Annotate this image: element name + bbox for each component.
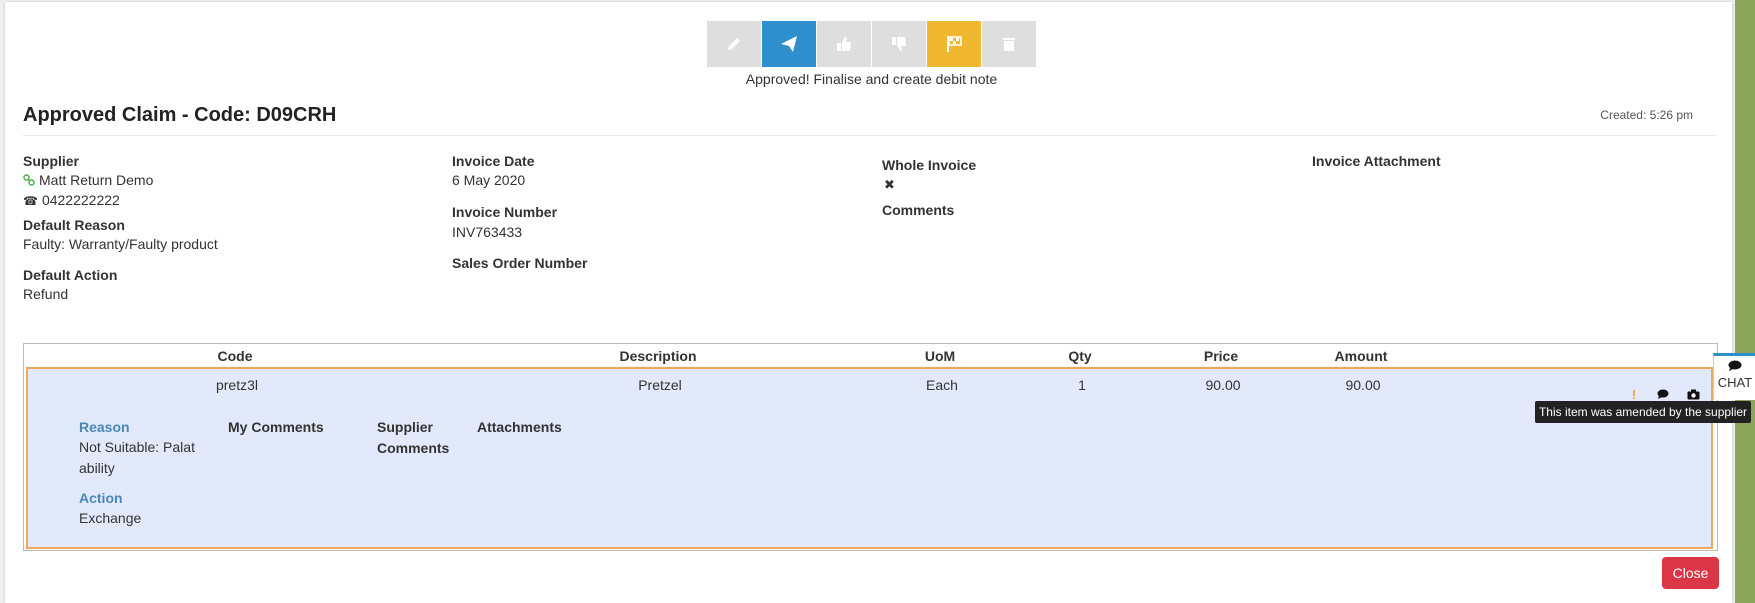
chat-button[interactable]: CHAT	[1713, 353, 1755, 400]
status-message: Approved! Finalise and create debit note	[745, 71, 998, 87]
send-button[interactable]	[762, 21, 816, 67]
invoice-number-label: Invoice Number	[452, 204, 558, 220]
claim-modal: Approved! Finalise and create debit note…	[5, 2, 1732, 603]
chat-bubble-icon	[1714, 360, 1755, 375]
cell-price: 90.00	[1205, 377, 1241, 393]
trash-icon	[1003, 38, 1015, 51]
invoice-number-value: INV763433	[452, 224, 523, 240]
action-toolbar	[707, 21, 1036, 67]
send-icon	[781, 36, 797, 52]
thumbs-down-icon	[892, 37, 906, 51]
my-comments-label: My Comments	[228, 419, 324, 435]
supplier-name: Matt Return Demo	[39, 172, 154, 188]
close-button[interactable]: Close	[1662, 557, 1719, 589]
phone-icon: ☎	[23, 194, 38, 209]
table-row[interactable]: pretz3l Pretzel Each 1 90.00 90.00 ! Rea…	[26, 367, 1713, 549]
background-strip	[1735, 0, 1755, 603]
thumbs-up-icon	[837, 37, 851, 51]
invoice-attachment-label: Invoice Attachment	[1312, 153, 1441, 169]
reject-button[interactable]	[872, 21, 926, 67]
comments-label: Comments	[882, 202, 955, 218]
default-reason-label: Default Reason	[23, 217, 125, 233]
action-label: Action	[79, 490, 123, 506]
header-uom: UoM	[924, 348, 956, 364]
cell-uom: Each	[926, 377, 958, 393]
header-description: Description	[619, 348, 697, 364]
items-table: Code Description UoM Qty Price Amount pr…	[23, 343, 1718, 551]
cell-amount: 90.00	[1345, 377, 1381, 393]
supplier-comments-label-1: Supplier	[377, 419, 434, 435]
finish-flag-icon	[947, 36, 962, 52]
supplier-phone: 0422222222	[41, 192, 120, 208]
sales-order-label: Sales Order Number	[452, 255, 588, 271]
supplier-link[interactable]: Matt Return Demo	[23, 172, 153, 189]
whole-invoice-label: Whole Invoice	[882, 157, 977, 173]
finalise-button[interactable]	[927, 21, 981, 67]
header-code: Code	[217, 348, 253, 364]
cross-icon: ✖	[884, 177, 895, 192]
approve-button[interactable]	[817, 21, 871, 67]
invoice-date-value: 6 May 2020	[452, 172, 526, 188]
invoice-date-label: Invoice Date	[452, 153, 535, 169]
reason-line-2: ability	[79, 460, 115, 476]
supplier-comments-label-2: Comments	[377, 440, 450, 456]
link-icon	[23, 173, 35, 189]
header-qty: Qty	[1068, 348, 1092, 364]
amended-tooltip: This item was amended by the supplier	[1535, 401, 1751, 423]
reason-line-1: Not Suitable: Palat	[79, 439, 195, 455]
header-price: Price	[1203, 348, 1239, 364]
reason-label: Reason	[79, 419, 130, 435]
page-title: Approved Claim - Code: D09CRH	[23, 104, 337, 126]
edit-button[interactable]	[707, 21, 761, 67]
cell-qty: 1	[1078, 377, 1086, 393]
default-action-label: Default Action	[23, 267, 118, 283]
divider	[23, 135, 1716, 136]
default-reason-value: Faulty: Warranty/Faulty product	[23, 236, 218, 252]
cell-description: Pretzel	[638, 377, 682, 393]
default-action-value: Refund	[23, 286, 69, 302]
header-amount: Amount	[1334, 348, 1388, 364]
action-value: Exchange	[79, 510, 142, 526]
supplier-phone-row: ☎ 0422222222	[23, 192, 120, 208]
attachments-label: Attachments	[477, 419, 562, 435]
pencil-icon	[728, 38, 740, 50]
cell-code: pretz3l	[215, 377, 259, 393]
chat-label: CHAT	[1717, 375, 1753, 390]
supplier-label: Supplier	[23, 153, 80, 169]
created-time: Created: 5:26 pm	[1600, 108, 1693, 122]
delete-button[interactable]	[982, 21, 1036, 67]
